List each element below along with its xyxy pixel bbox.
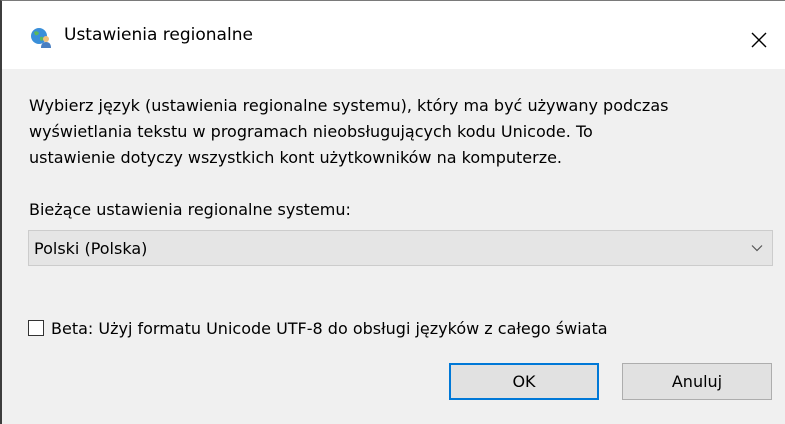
description-line: Wybierz język (ustawienia regionalne sys… xyxy=(29,96,669,115)
beta-utf8-label[interactable]: Beta: Użyj formatu Unicode UTF-8 do obsł… xyxy=(51,319,608,338)
description-line: wyświetlania tekstu w programach nieobsł… xyxy=(29,122,593,141)
globe-user-icon xyxy=(31,28,51,48)
ok-button[interactable]: OK xyxy=(449,363,599,400)
regional-settings-dialog: Ustawienia regionalne Wybierz język (ust… xyxy=(0,0,785,424)
description-line: ustawienie dotyczy wszystkich kont użytk… xyxy=(29,148,563,167)
beta-utf8-checkbox[interactable] xyxy=(28,320,44,336)
system-locale-dropdown[interactable]: Polski (Polska) xyxy=(28,230,773,266)
description-text: Wybierz język (ustawienia regionalne sys… xyxy=(29,93,779,171)
dialog-title: Ustawienia regionalne xyxy=(64,25,253,45)
close-button[interactable] xyxy=(742,23,776,57)
system-locale-selected-value: Polski (Polska) xyxy=(34,239,148,258)
close-icon xyxy=(751,32,767,48)
title-bar: Ustawienia regionalne xyxy=(2,1,785,69)
chevron-down-icon xyxy=(751,245,763,252)
cancel-button[interactable]: Anuluj xyxy=(622,363,772,400)
system-locale-label: Bieżące ustawienia regionalne systemu: xyxy=(29,200,351,219)
beta-utf8-option[interactable]: Beta: Użyj formatu Unicode UTF-8 do obsł… xyxy=(28,315,608,341)
